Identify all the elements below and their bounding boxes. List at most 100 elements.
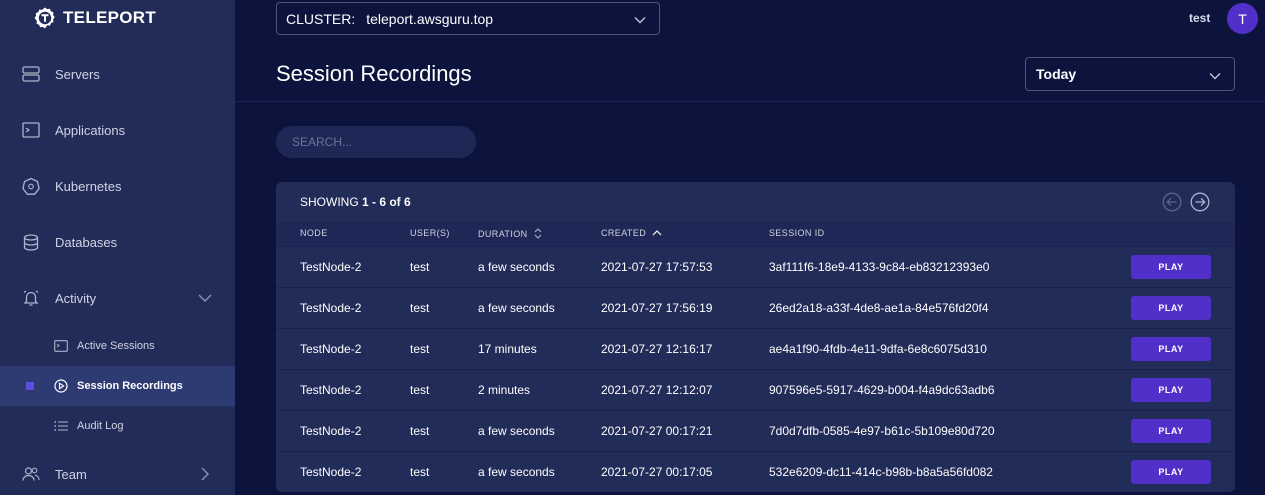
cell-users: test bbox=[410, 424, 430, 438]
team-icon bbox=[22, 465, 40, 483]
column-header-duration[interactable]: DURATION bbox=[478, 228, 542, 239]
table-row: TestNode-2 test a few seconds 2021-07-27 17… bbox=[276, 246, 1235, 287]
avatar[interactable]: T bbox=[1227, 3, 1258, 34]
cell-session-id: 907596e5-5917-4629-b004-f4a9dc63adb6 bbox=[769, 383, 995, 397]
sidebar-item-label: Session Recordings bbox=[77, 380, 183, 392]
cell-duration: a few seconds bbox=[478, 301, 555, 315]
play-button[interactable]: PLAY bbox=[1131, 419, 1211, 443]
sidebar-item-team[interactable]: Team bbox=[0, 454, 235, 494]
column-label: DURATION bbox=[478, 228, 528, 239]
page-title: Session Recordings bbox=[276, 61, 472, 86]
cell-duration: a few seconds bbox=[478, 424, 555, 438]
cell-created: 2021-07-27 12:16:17 bbox=[601, 342, 713, 356]
application-icon bbox=[22, 121, 40, 139]
cluster-selector[interactable]: CLUSTER: teleport.awsguru.top bbox=[276, 2, 660, 35]
column-header-node: NODE bbox=[300, 228, 328, 238]
recordings-table: SHOWING 1 - 6 of 6 NODE USER(S) DURATION… bbox=[276, 182, 1235, 492]
sidebar-item-kubernetes[interactable]: Kubernetes bbox=[0, 166, 235, 206]
cell-users: test bbox=[410, 383, 430, 397]
cell-node: TestNode-2 bbox=[300, 342, 362, 356]
bell-icon bbox=[22, 289, 40, 307]
cluster-label: CLUSTER: bbox=[286, 10, 356, 27]
sidebar-item-activity[interactable]: Activity bbox=[0, 278, 235, 318]
list-icon bbox=[54, 419, 68, 433]
cell-created: 2021-07-27 12:12:07 bbox=[601, 383, 713, 397]
teleport-logo-icon bbox=[34, 7, 55, 29]
sidebar-item-label: Servers bbox=[55, 66, 100, 82]
sidebar-item-applications[interactable]: Applications bbox=[0, 110, 235, 150]
cell-node: TestNode-2 bbox=[300, 424, 362, 438]
play-button[interactable]: PLAY bbox=[1131, 460, 1211, 484]
table-row: TestNode-2 test a few seconds 2021-07-27 00… bbox=[276, 451, 1235, 492]
column-header-users: USER(S) bbox=[410, 228, 450, 238]
previous-page-icon[interactable] bbox=[1162, 192, 1182, 212]
table-row: TestNode-2 test a few seconds 2021-07-27 17… bbox=[276, 287, 1235, 328]
cell-session-id: 532e6209-dc11-414c-b98b-b8a5a56fd082 bbox=[769, 465, 993, 479]
sidebar: TELEPORT Servers Applications Kubernetes… bbox=[0, 0, 235, 495]
showing-range: 1 - 6 bbox=[362, 195, 387, 209]
cell-node: TestNode-2 bbox=[300, 301, 362, 315]
brand-name: TELEPORT bbox=[63, 8, 157, 27]
username[interactable]: test bbox=[1189, 11, 1210, 25]
cell-duration: a few seconds bbox=[478, 260, 555, 274]
table-row: TestNode-2 test a few seconds 2021-07-27 00… bbox=[276, 410, 1235, 451]
sidebar-item-label: Audit Log bbox=[77, 420, 124, 432]
cell-created: 2021-07-27 17:57:53 bbox=[601, 260, 713, 274]
server-icon bbox=[22, 65, 40, 83]
column-header-created[interactable]: CREATED bbox=[601, 228, 662, 238]
sidebar-item-label: Applications bbox=[55, 122, 126, 138]
teleport-logo[interactable]: TELEPORT bbox=[33, 6, 156, 30]
date-range-value: Today bbox=[1036, 66, 1077, 82]
next-page-icon[interactable] bbox=[1190, 192, 1210, 212]
sidebar-item-databases[interactable]: Databases bbox=[0, 222, 235, 262]
cell-session-id: 3af111f6-18e9-4133-9c84-eb83212393e0 bbox=[769, 260, 990, 274]
cell-created: 2021-07-27 00:17:21 bbox=[601, 424, 713, 438]
column-label: SESSION ID bbox=[769, 228, 825, 238]
sidebar-item-label: Active Sessions bbox=[77, 340, 155, 352]
cell-duration: a few seconds bbox=[478, 465, 555, 479]
cell-created: 2021-07-27 00:17:05 bbox=[601, 465, 713, 479]
cell-session-id: 26ed2a18-a33f-4de8-ae1a-84e576fd20f4 bbox=[769, 301, 989, 315]
play-circle-icon bbox=[54, 379, 68, 393]
cell-users: test bbox=[410, 301, 430, 315]
cell-created: 2021-07-27 17:56:19 bbox=[601, 301, 713, 315]
chevron-down-icon bbox=[1209, 73, 1221, 80]
column-label: CREATED bbox=[601, 228, 647, 238]
sidebar-item-servers[interactable]: Servers bbox=[0, 54, 235, 94]
showing-count: SHOWING 1 - 6 of 6 bbox=[300, 195, 411, 209]
showing-of: of bbox=[386, 195, 405, 209]
table-row: TestNode-2 test 2 minutes 2021-07-27 12:12:… bbox=[276, 369, 1235, 410]
cell-session-id: 7d0d7dfb-0585-4e97-b61c-5b109e80d720 bbox=[769, 424, 995, 438]
play-button[interactable]: PLAY bbox=[1131, 337, 1211, 361]
sidebar-item-label: Kubernetes bbox=[55, 178, 122, 194]
search-input[interactable] bbox=[276, 126, 476, 158]
sidebar-item-active-sessions[interactable]: Active Sessions bbox=[0, 326, 235, 366]
sort-ascending-icon bbox=[652, 230, 662, 236]
cell-users: test bbox=[410, 342, 430, 356]
showing-prefix: SHOWING bbox=[300, 195, 362, 209]
database-icon bbox=[22, 233, 40, 251]
sidebar-item-label: Activity bbox=[55, 290, 97, 306]
cell-node: TestNode-2 bbox=[300, 383, 362, 397]
chevron-right-icon bbox=[201, 467, 209, 481]
cell-duration: 2 minutes bbox=[478, 383, 531, 397]
kubernetes-icon bbox=[22, 177, 40, 195]
showing-total: 6 bbox=[404, 195, 411, 209]
cell-duration: 17 minutes bbox=[478, 342, 537, 356]
cell-users: test bbox=[410, 465, 430, 479]
avatar-initial: T bbox=[1238, 10, 1247, 27]
column-label: USER(S) bbox=[410, 228, 450, 238]
date-range-select[interactable]: Today bbox=[1025, 57, 1235, 91]
play-button[interactable]: PLAY bbox=[1131, 296, 1211, 320]
play-button[interactable]: PLAY bbox=[1131, 378, 1211, 402]
chevron-down-icon bbox=[198, 294, 212, 302]
sidebar-item-audit-log[interactable]: Audit Log bbox=[0, 406, 235, 446]
sidebar-item-label: Team bbox=[55, 466, 87, 482]
sidebar-item-session-recordings[interactable]: Session Recordings bbox=[0, 366, 235, 406]
cell-users: test bbox=[410, 260, 430, 274]
terminal-icon bbox=[54, 339, 68, 353]
cluster-value: teleport.awsguru.top bbox=[366, 10, 494, 27]
cell-session-id: ae4a1f90-4fdb-4e11-9dfa-6e8c6075d310 bbox=[769, 342, 987, 356]
table-row: TestNode-2 test 17 minutes 2021-07-27 12:16… bbox=[276, 328, 1235, 369]
play-button[interactable]: PLAY bbox=[1131, 255, 1211, 279]
